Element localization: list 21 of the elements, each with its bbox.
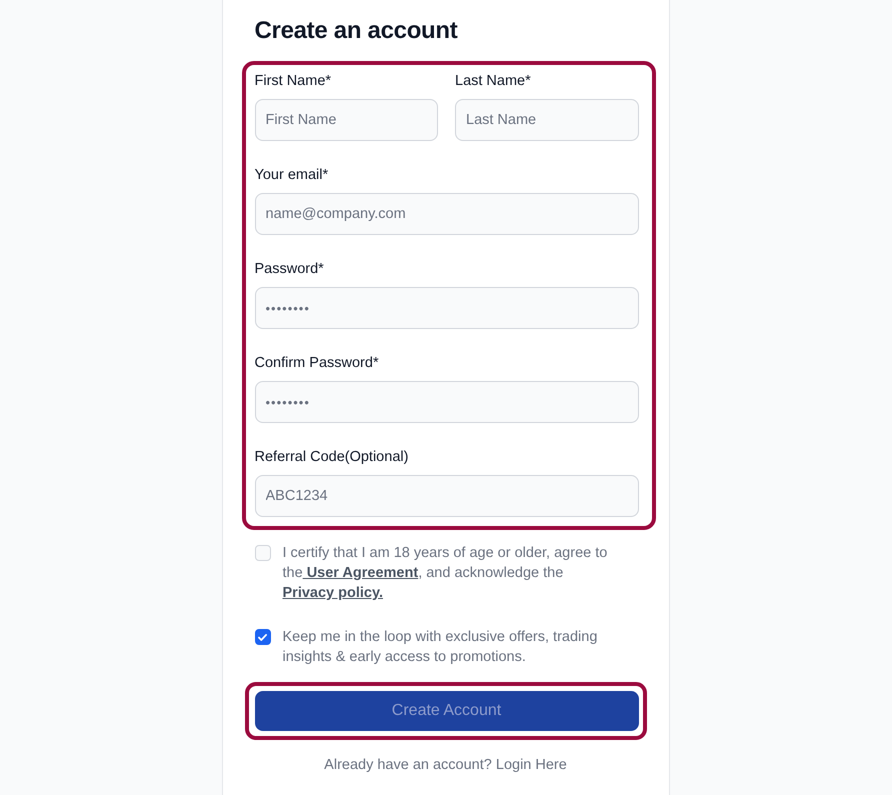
confirm-password-field[interactable]: •••••••• bbox=[254, 381, 638, 423]
first-name-field[interactable]: First Name bbox=[254, 99, 438, 141]
last-name-field[interactable]: Last Name bbox=[455, 99, 638, 141]
login-prompt: Already have an account? Login Here bbox=[323, 756, 568, 775]
text-link[interactable]: User Agreement bbox=[302, 565, 418, 581]
field-label: Your email* bbox=[254, 166, 330, 185]
field-label: Password* bbox=[254, 260, 325, 279]
field-label: Last Name* bbox=[455, 72, 532, 91]
login-link[interactable]: Login Here bbox=[496, 757, 567, 773]
consent-text: I certify that I am 18 years of age or older, agree to the User Agreement, and acknowledge the Privacy policy. bbox=[282, 544, 608, 603]
field-label: First Name* bbox=[254, 72, 332, 91]
field-label: Referral Code(Optional) bbox=[254, 448, 410, 467]
checkbox[interactable] bbox=[254, 629, 270, 645]
text-link[interactable]: Privacy policy. bbox=[282, 585, 383, 601]
field-label: Confirm Password* bbox=[254, 354, 380, 373]
page-heading: Create an account bbox=[254, 16, 458, 46]
referral-code-field[interactable]: ABC1234 bbox=[254, 475, 638, 517]
password-field[interactable]: •••••••• bbox=[254, 287, 638, 329]
consent-text: Keep me in the loop with exclusive offers, trading insights & early access to promotions. bbox=[282, 628, 598, 667]
email-field[interactable]: name@company.com bbox=[254, 193, 638, 235]
check-icon bbox=[258, 634, 267, 640]
